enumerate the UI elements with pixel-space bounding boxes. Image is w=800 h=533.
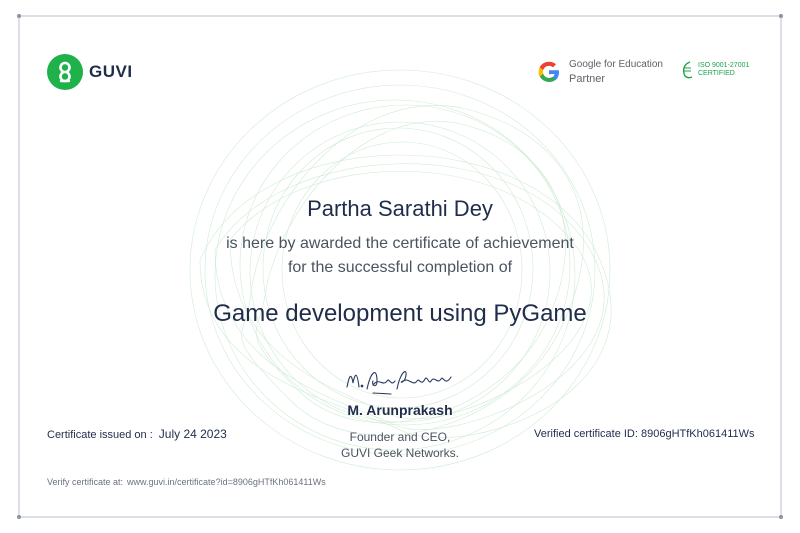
certificate-id-value: 8906gHTfKh061411Ws [641, 428, 755, 440]
certificate: GUVI Google for Education Partner ISO 90… [0, 0, 800, 533]
iso-standard-label: ISO 9001-27001 [698, 62, 750, 69]
verify-url-link[interactable]: www.guvi.in/certificate?id=8906gHTfKh061… [127, 477, 326, 487]
signature-image [346, 371, 452, 395]
verify-link-block: Verify certificate at: www.guvi.in/certif… [47, 477, 326, 487]
issue-date-block: Certificate issued on : July 24 2023 [47, 427, 227, 441]
issue-date-label: Certificate issued on : [47, 429, 153, 441]
iso-certified-label: CERTIFIED [698, 70, 735, 77]
course-title: Game development using PyGame [213, 300, 587, 327]
iso-badge: ISO 9001-27001 CERTIFIED [680, 60, 749, 80]
laurel-icon [682, 61, 693, 79]
certificate-id-block: Verified certificate ID: 8906gHTfKh06141… [534, 428, 755, 440]
signatory-name: M. Arunprakash [347, 402, 453, 418]
certificate-id-label: Verified certificate ID: [534, 428, 638, 440]
award-statement-line1: is here by awarded the certificate of ac… [226, 235, 574, 252]
recipient-name: Partha Sarathi Dey [307, 196, 493, 221]
award-statement-line2: for the successful completion of [287, 259, 513, 276]
partner-program-label: Google for Education [569, 59, 663, 70]
verify-label: Verify certificate at: [47, 477, 124, 487]
brand-name: GUVI [89, 62, 133, 81]
signatory-organization: GUVI Geek Networks. [340, 446, 460, 460]
partner-label: Partner [569, 73, 606, 85]
guvi-logo: GUVI [47, 54, 133, 90]
guvi-logo-icon [47, 54, 83, 90]
issue-date-value: July 24 2023 [158, 427, 227, 441]
google-g-icon [538, 61, 559, 82]
google-partner-badge: Google for Education Partner [537, 58, 663, 86]
